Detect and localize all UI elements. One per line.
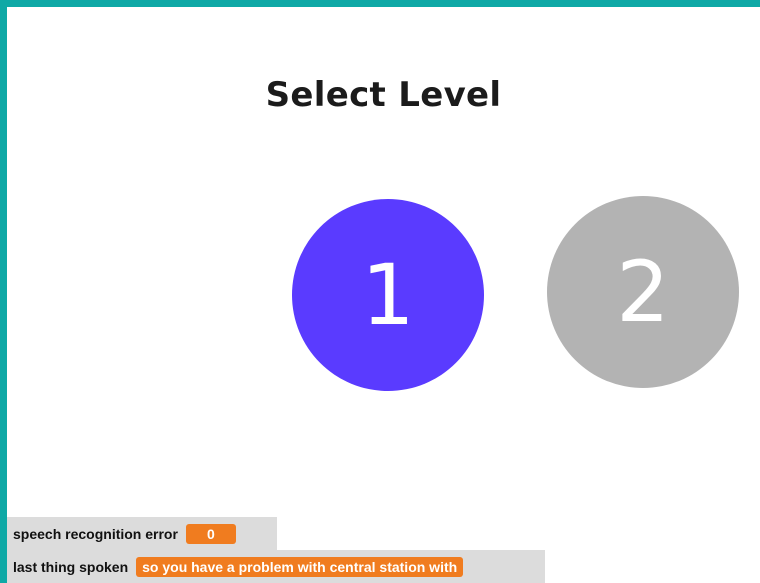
- page-title: Select Level: [265, 75, 502, 115]
- level-1-button[interactable]: 1: [292, 199, 484, 391]
- speech-error-value: 0: [185, 523, 236, 544]
- last-spoken-value: so you have a problem with central stati…: [136, 556, 464, 577]
- game-stage: Select Level 1 2 speech recognition erro…: [7, 7, 760, 583]
- last-spoken-label: last thing spoken: [13, 558, 129, 575]
- speech-error-monitor: speech recognition error 0: [7, 517, 277, 550]
- level-2-button[interactable]: 2: [547, 196, 739, 388]
- last-spoken-monitor: last thing spoken so you have a problem …: [7, 550, 545, 583]
- speech-error-label: speech recognition error: [13, 525, 178, 542]
